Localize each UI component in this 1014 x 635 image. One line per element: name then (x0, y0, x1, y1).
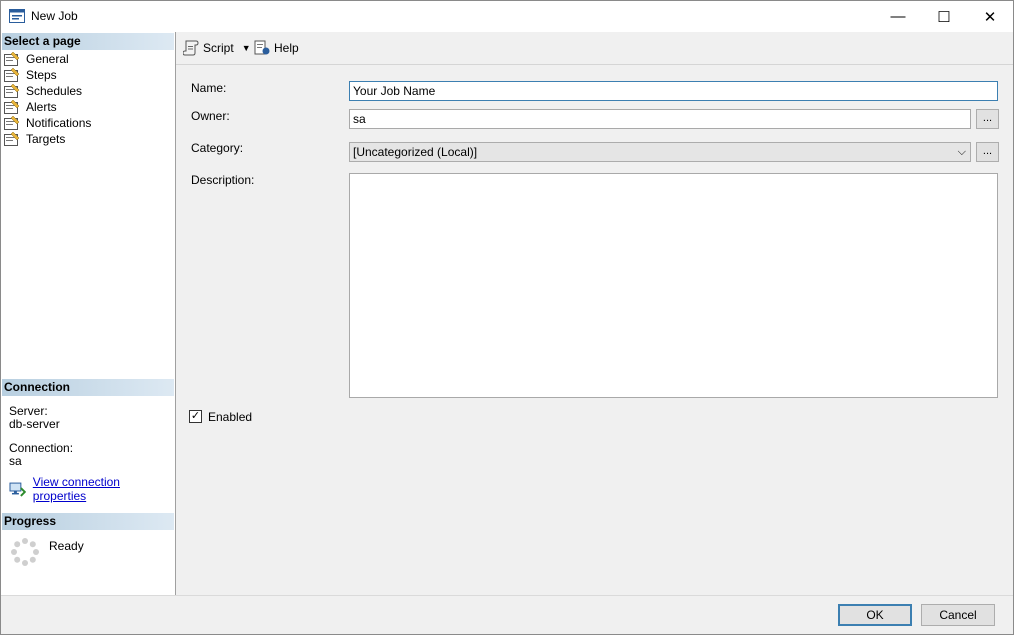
page-list: General Steps Schedules Alerts Notificat… (4, 51, 91, 147)
description-label: Description: (191, 173, 255, 187)
checkmark-icon: ✓ (190, 410, 201, 422)
sidebar: Select a page General Steps Schedules Al… (1, 32, 176, 595)
category-label: Category: (191, 141, 244, 155)
category-value: [Uncategorized (Local)] (353, 145, 478, 159)
page-icon (4, 52, 20, 66)
owner-label: Owner: (191, 109, 230, 123)
category-select[interactable]: [Uncategorized (Local)] ⌵ (349, 142, 971, 162)
help-button[interactable]: Help (254, 40, 299, 56)
sidebar-item-label: General (26, 52, 69, 66)
toolbar-divider (176, 64, 1013, 65)
sidebar-item-notifications[interactable]: Notifications (4, 115, 91, 131)
page-icon (4, 132, 20, 146)
dialog-app-icon (9, 9, 25, 23)
help-icon (254, 40, 270, 55)
description-field[interactable] (349, 173, 998, 398)
sidebar-item-schedules[interactable]: Schedules (4, 83, 91, 99)
progress-header: Progress (2, 513, 174, 530)
owner-field[interactable] (349, 109, 971, 129)
maximize-icon: ☐ (937, 8, 951, 26)
sidebar-item-alerts[interactable]: Alerts (4, 99, 91, 115)
minimize-icon: — (890, 8, 906, 25)
chevron-down-icon: ⌵ (957, 146, 966, 158)
close-icon: ✕ (983, 8, 997, 26)
close-button[interactable]: ✕ (967, 1, 1013, 32)
sidebar-item-label: Alerts (26, 100, 57, 114)
server-value: db-server (9, 417, 60, 431)
connection-header: Connection (2, 379, 174, 396)
name-label: Name: (191, 81, 227, 95)
progress-spinner-icon (11, 538, 39, 566)
help-label: Help (274, 41, 299, 55)
ok-button[interactable]: OK (838, 604, 912, 626)
enabled-checkbox[interactable]: ✓ (189, 410, 202, 423)
chevron-down-icon[interactable]: ▼ (242, 43, 251, 53)
footer-divider (1, 595, 1013, 596)
owner-browse-button[interactable]: ... (976, 109, 999, 129)
category-browse-button[interactable]: ... (976, 142, 999, 162)
sidebar-item-general[interactable]: General (4, 51, 91, 67)
title-bar: New Job — ☐ ✕ (1, 1, 1013, 32)
view-connection-properties: View connection properties (9, 475, 175, 503)
cancel-button[interactable]: Cancel (921, 604, 995, 626)
page-icon (4, 116, 20, 130)
script-button[interactable]: Script ▼ (183, 40, 251, 56)
name-field[interactable] (349, 81, 998, 101)
new-job-dialog: New Job — ☐ ✕ Select a page General Step… (0, 0, 1014, 635)
page-icon (4, 100, 20, 114)
sidebar-item-label: Targets (26, 132, 66, 146)
window-title: New Job (31, 9, 78, 23)
progress-status: Ready (49, 539, 84, 553)
connection-value: sa (9, 454, 22, 468)
sidebar-item-steps[interactable]: Steps (4, 67, 91, 83)
enabled-label: Enabled (208, 410, 253, 424)
page-icon (4, 68, 20, 82)
sidebar-item-label: Steps (26, 68, 57, 82)
page-icon (4, 84, 20, 98)
minimize-button[interactable]: — (875, 1, 921, 32)
sidebar-item-targets[interactable]: Targets (4, 131, 91, 147)
connection-properties-icon (9, 482, 26, 497)
view-connection-properties-link[interactable]: View connection properties (33, 475, 175, 503)
toolbar: Script ▼ Help (176, 32, 1013, 65)
sidebar-item-label: Schedules (26, 84, 83, 98)
sidebar-item-label: Notifications (26, 116, 92, 130)
maximize-button[interactable]: ☐ (921, 1, 967, 32)
script-label: Script (203, 41, 234, 55)
select-page-header: Select a page (2, 33, 174, 50)
script-icon (183, 40, 199, 56)
